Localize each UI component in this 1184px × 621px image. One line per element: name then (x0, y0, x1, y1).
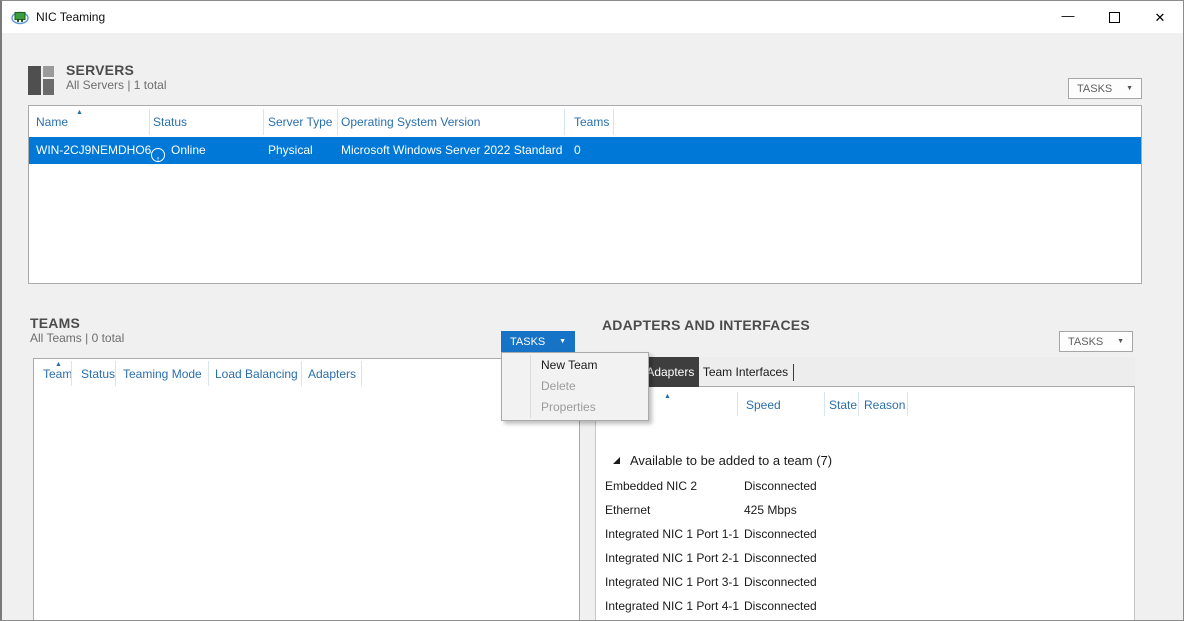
servers-table: ▲ Name Status Server Type Operating Syst… (28, 105, 1142, 284)
column-separator (337, 109, 338, 135)
column-separator (208, 361, 209, 386)
column-header-team[interactable]: Team (43, 367, 72, 381)
menu-item-delete: Delete (502, 376, 648, 397)
adapter-name: Ethernet (605, 503, 650, 517)
adapter-name: Integrated NIC 1 Port 4-1 (605, 599, 739, 613)
adapter-speed: Disconnected (744, 527, 817, 541)
column-separator (263, 109, 264, 135)
column-separator (824, 392, 825, 416)
window-title: NIC Teaming (36, 10, 105, 24)
servers-tasks-button[interactable]: TASKS ▼ (1068, 78, 1142, 99)
adapter-rows: Embedded NIC 2 Disconnected Ethernet 425… (596, 475, 1134, 621)
server-row-selected[interactable]: WIN-2CJ9NEMDHO6 ↑ Online Physical Micros… (29, 137, 1141, 164)
column-header-adapters[interactable]: Adapters (308, 367, 356, 381)
servers-tasks-label: TASKS (1077, 83, 1112, 95)
sort-ascending-icon: ▲ (76, 109, 83, 116)
maximize-button[interactable] (1091, 1, 1137, 33)
menu-item-properties: Properties (502, 397, 648, 418)
adapter-speed: Disconnected (744, 551, 817, 565)
adapter-name: Integrated NIC 1 Port 3-1 (605, 575, 739, 589)
adapter-speed: Disconnected (744, 575, 817, 589)
teams-tasks-label: TASKS (510, 336, 545, 348)
chevron-down-icon: ▼ (1126, 85, 1133, 92)
server-type-cell: Physical (268, 143, 313, 157)
adapter-row[interactable]: Integrated NIC 1 Port 2-1 Disconnected (596, 547, 1134, 571)
server-status-cell: Online (171, 143, 206, 157)
teams-table-header: ▲ Team Status Teaming Mode Load Balancin… (34, 359, 579, 387)
adapters-section-title: ADAPTERS AND INTERFACES (602, 317, 810, 333)
column-separator (115, 361, 116, 386)
adapter-row[interactable]: Ethernet 425 Mbps (596, 499, 1134, 523)
chevron-down-icon: ▼ (1117, 338, 1124, 345)
column-separator (301, 361, 302, 386)
column-separator (737, 392, 738, 416)
tab-team-interfaces[interactable]: Team Interfaces (701, 357, 790, 387)
adapter-speed: Disconnected (744, 599, 817, 613)
adapter-speed: Disconnected (744, 479, 817, 493)
servers-section-subtitle: All Servers | 1 total (66, 78, 167, 92)
column-separator (564, 109, 565, 135)
adapters-table-header: ▲ Speed State Reason (596, 391, 1134, 417)
column-header-status[interactable]: Status (153, 115, 187, 129)
minimize-button[interactable]: — (1045, 1, 1091, 33)
column-separator (907, 392, 908, 416)
menu-icon-gutter (530, 355, 531, 418)
sort-ascending-icon: ▲ (664, 393, 671, 400)
adapter-name: Embedded NIC 2 (605, 479, 697, 493)
minimize-icon: — (1062, 9, 1075, 22)
column-header-teams[interactable]: Teams (574, 115, 609, 129)
servers-section-title: SERVERS (66, 62, 167, 78)
column-header-os-version[interactable]: Operating System Version (341, 115, 480, 129)
server-os-cell: Microsoft Windows Server 2022 Standard (341, 143, 562, 157)
adapter-group-header-label: Available to be added to a team (7) (630, 453, 832, 468)
column-header-reason[interactable]: Reason (864, 398, 905, 412)
close-icon: ✕ (1155, 11, 1166, 24)
column-separator (613, 109, 614, 135)
adapters-tabstrip: Network Adapters Team Interfaces (595, 357, 1135, 387)
teams-tasks-menu: New Team Delete Properties (501, 352, 649, 421)
adapter-name: Integrated NIC 1 Port 1-1 (605, 527, 739, 541)
adapters-tasks-label: TASKS (1068, 336, 1103, 348)
tab-team-interfaces-label: Team Interfaces (703, 365, 788, 379)
adapter-row[interactable]: Integrated NIC 1 Port 4-1 Disconnected (596, 595, 1134, 619)
column-separator (149, 109, 150, 135)
column-separator (361, 361, 362, 386)
close-button[interactable]: ✕ (1137, 1, 1183, 33)
column-separator (71, 361, 72, 386)
adapter-row[interactable]: Embedded NIC 2 Disconnected (596, 475, 1134, 499)
adapters-panel: Network Adapters Team Interfaces ▲ Speed… (595, 357, 1135, 621)
teams-section-subtitle: All Teams | 0 total (30, 331, 124, 345)
menu-item-new-team[interactable]: New Team (502, 355, 648, 376)
adapter-group-header[interactable]: Available to be added to a team (7) (596, 447, 1134, 473)
column-header-load-balancing[interactable]: Load Balancing (215, 367, 298, 381)
teams-tasks-button[interactable]: TASKS ▼ (501, 331, 575, 352)
server-name-cell: WIN-2CJ9NEMDHO6 (36, 143, 151, 157)
servers-table-header: ▲ Name Status Server Type Operating Syst… (29, 106, 1141, 136)
servers-icon (28, 64, 56, 97)
adapter-speed: 425 Mbps (744, 503, 797, 517)
adapter-row[interactable]: Integrated NIC 1 Port 3-1 Disconnected (596, 571, 1134, 595)
column-header-teaming-mode[interactable]: Teaming Mode (123, 367, 202, 381)
teams-table: ▲ Team Status Teaming Mode Load Balancin… (33, 358, 580, 621)
adapter-row[interactable]: Integrated NIC 1 Port 1-1 Disconnected (596, 523, 1134, 547)
server-teams-cell: 0 (574, 143, 581, 157)
nic-teaming-app-icon (11, 9, 29, 25)
adapter-name: Integrated NIC 1 Port 2-1 (605, 551, 739, 565)
column-header-server-type[interactable]: Server Type (268, 115, 332, 129)
adapters-tasks-button[interactable]: TASKS ▼ (1059, 331, 1133, 352)
maximize-icon (1109, 12, 1120, 23)
titlebar: NIC Teaming — ✕ (2, 1, 1183, 33)
column-header-status[interactable]: Status (81, 367, 115, 381)
column-header-name[interactable]: Name (36, 115, 68, 129)
chevron-down-icon: ▼ (559, 338, 566, 345)
adapters-table: ▲ Speed State Reason Available to be add… (595, 387, 1135, 621)
column-header-speed[interactable]: Speed (746, 398, 781, 412)
tab-separator (793, 364, 794, 381)
teams-section-title: TEAMS (30, 315, 124, 331)
group-expanded-icon (613, 457, 620, 464)
nic-teaming-window: NIC Teaming — ✕ SERVERS All Servers | 1 … (0, 0, 1184, 621)
column-header-state[interactable]: State (829, 398, 857, 412)
column-separator (858, 392, 859, 416)
